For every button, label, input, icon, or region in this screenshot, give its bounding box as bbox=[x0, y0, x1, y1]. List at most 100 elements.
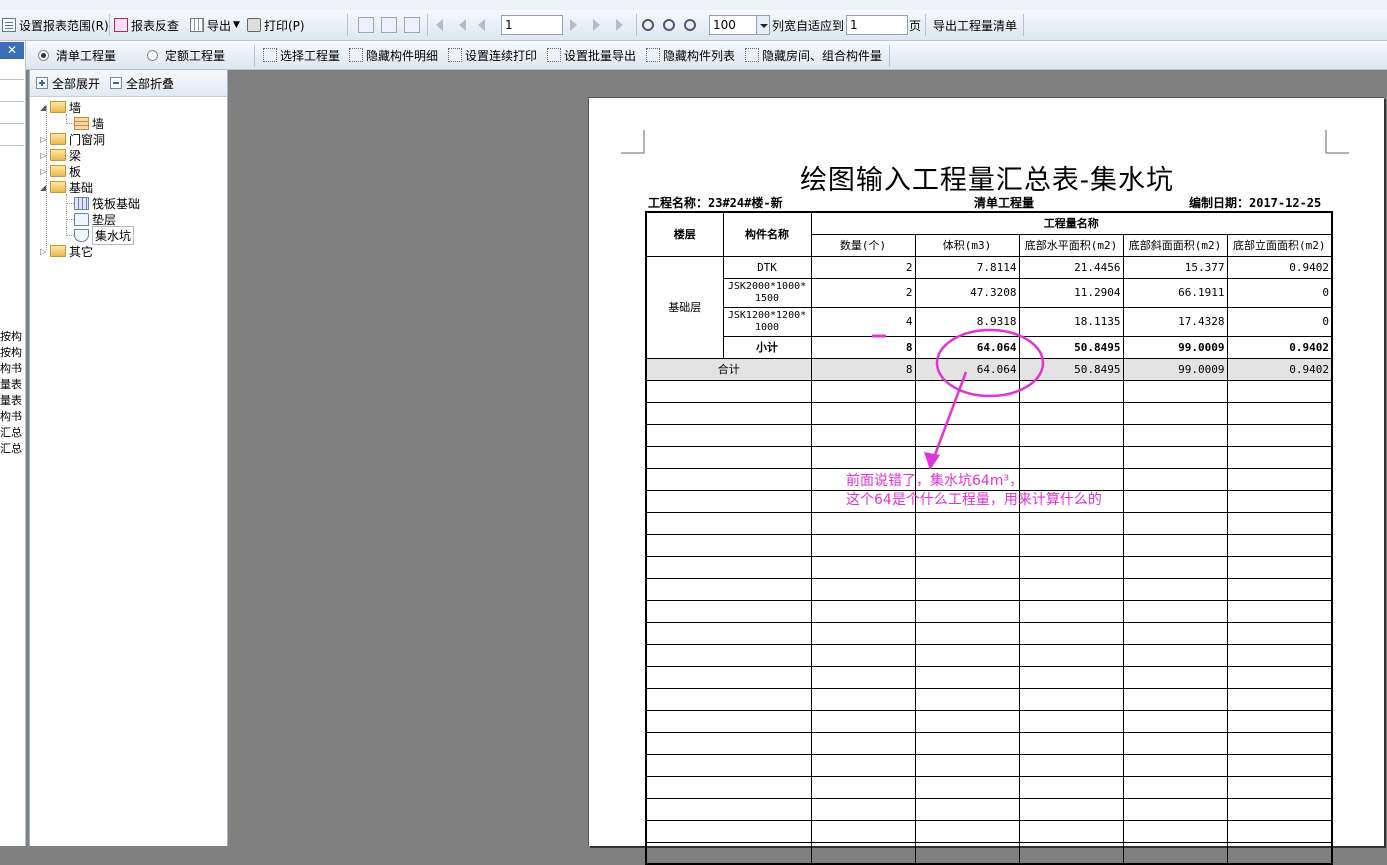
hide-list-button[interactable]: 隐藏构件列表 bbox=[646, 41, 735, 69]
folder-open-icon bbox=[50, 101, 66, 113]
collapsed-triangle-icon: ▷ bbox=[40, 246, 47, 256]
export-quantity-list-button[interactable]: 导出工程量清单 bbox=[933, 10, 1017, 40]
zoom-in-icon[interactable] bbox=[642, 19, 654, 31]
tree-node-slab[interactable]: ▷ 板 bbox=[40, 163, 81, 179]
select-quantity-button[interactable]: 选择工程量 bbox=[263, 41, 340, 69]
set-range-button[interactable]: 设置报表范围(R) bbox=[2, 10, 109, 40]
value-cell: 8 bbox=[810, 335, 916, 359]
reverse-lookup-button[interactable]: 报表反查 bbox=[114, 10, 179, 40]
value-cell: 0.9402 bbox=[1226, 357, 1333, 381]
nav-next-last bbox=[570, 10, 629, 40]
empty-row bbox=[645, 511, 1333, 535]
component-cell: DTK bbox=[722, 255, 812, 279]
tree-node-other[interactable]: ▷ 其它 bbox=[40, 243, 93, 259]
strip-item[interactable]: 构书 bbox=[0, 409, 22, 425]
last-page-icon[interactable] bbox=[616, 19, 623, 31]
strip-item[interactable]: 构书 bbox=[0, 361, 22, 377]
component-cell: JSK2000*1000*1500 bbox=[722, 277, 812, 308]
strip-item[interactable]: 汇总 bbox=[0, 441, 22, 457]
page-input[interactable]: 1 bbox=[501, 15, 563, 35]
empty-row bbox=[645, 401, 1333, 425]
value-cell: 4 bbox=[810, 306, 916, 337]
export-button[interactable]: 导出 ▼ bbox=[190, 10, 240, 40]
tree-node-beam[interactable]: ▷ 梁 bbox=[40, 147, 81, 163]
zoom-out-icon[interactable] bbox=[663, 19, 675, 31]
value-cell: 8 bbox=[810, 357, 916, 381]
header-quantity-group: 工程量名称 bbox=[810, 211, 1333, 235]
batch-export-button[interactable]: 设置批量导出 bbox=[547, 41, 636, 69]
value-cell: 8.9318 bbox=[914, 306, 1020, 337]
strip-item[interactable]: 量表 bbox=[0, 377, 22, 393]
tree-node-wall[interactable]: ◢ 墙 bbox=[40, 99, 81, 115]
subtotal-row: 小计 8 64.064 50.8495 99.0009 0.9402 bbox=[646, 335, 1333, 359]
empty-rows bbox=[645, 379, 1333, 865]
table-row: JSK2000*1000*1500 2 47.3208 11.2904 66.1… bbox=[646, 277, 1333, 308]
folder-icon bbox=[50, 165, 66, 177]
empty-row bbox=[645, 423, 1333, 447]
strip-item[interactable]: 按构 bbox=[0, 345, 22, 361]
report-date: 编制日期：2017-12-25 bbox=[1189, 196, 1322, 210]
header-col: 体积(m3) bbox=[914, 233, 1020, 257]
zoom-icon[interactable] bbox=[684, 19, 696, 31]
zoom-buttons bbox=[642, 10, 699, 40]
tree-node-door[interactable]: ▷ 门窗洞 bbox=[40, 131, 105, 147]
header-col: 底部立面面积(m2) bbox=[1226, 233, 1333, 257]
next-fast-icon[interactable] bbox=[593, 19, 600, 31]
hide-detail-button[interactable]: 隐藏构件明细 bbox=[349, 41, 438, 69]
collapse-all-icon bbox=[110, 77, 123, 89]
range-icon bbox=[2, 18, 16, 32]
close-icon[interactable]: ✕ bbox=[0, 42, 24, 59]
prev-fast-icon[interactable] bbox=[459, 19, 466, 31]
folder-icon bbox=[50, 149, 66, 161]
folder-icon bbox=[50, 245, 66, 257]
total-row: 合计 8 64.064 50.8495 99.0009 0.9402 bbox=[645, 357, 1333, 381]
print-settings-icon bbox=[448, 48, 462, 62]
radio-list-quantity[interactable]: 清单工程量 bbox=[38, 41, 116, 69]
collapse-all-button[interactable]: 全部折叠 bbox=[126, 75, 174, 92]
empty-row bbox=[645, 621, 1333, 645]
tree-node-sump[interactable]: 集水坑 bbox=[74, 225, 135, 245]
tree-node-wall-child[interactable]: 墙 bbox=[74, 115, 104, 131]
strip-item[interactable]: 汇总 bbox=[0, 425, 22, 441]
value-cell: 0.9402 bbox=[1226, 335, 1333, 359]
single-page-icon[interactable] bbox=[358, 17, 374, 33]
empty-row bbox=[645, 797, 1333, 821]
value-cell: 64.064 bbox=[914, 357, 1020, 381]
empty-row bbox=[645, 687, 1333, 711]
print-button[interactable]: 打印(P) bbox=[247, 10, 305, 40]
table-row: 基础层 DTK 2 7.8114 21.4456 15.377 0.9402 bbox=[645, 255, 1333, 359]
hide-room-button[interactable]: 隐藏房间、组合构件量 bbox=[745, 41, 882, 69]
sump-pit-icon bbox=[74, 228, 89, 242]
expand-all-button[interactable]: 全部展开 bbox=[52, 75, 100, 92]
strip-item[interactable]: 量表 bbox=[0, 393, 22, 409]
component-tree-panel: 全部展开 全部折叠 ◢ 墙 墙 ▷ 门窗洞 ▷ 梁 ▷ 板 ◢ 基础 筏板基础 垫层 集水… bbox=[29, 70, 228, 846]
continuous-print-button[interactable]: 设置连续打印 bbox=[448, 41, 537, 69]
annotation-note-line2: 这个64是个什么工程量，用来计算什么的 bbox=[846, 492, 1102, 508]
empty-row bbox=[645, 753, 1333, 777]
menu-bar bbox=[0, 0, 1387, 10]
total-label: 合计 bbox=[645, 357, 812, 381]
double-page-icon[interactable] bbox=[381, 17, 397, 33]
zoom-dropdown-icon[interactable] bbox=[757, 15, 770, 35]
cushion-icon bbox=[74, 212, 89, 226]
value-cell: 99.0009 bbox=[1122, 335, 1228, 359]
zoom-select[interactable]: 100 bbox=[709, 15, 757, 35]
next-page-icon[interactable] bbox=[570, 19, 577, 31]
hide-room-icon bbox=[745, 48, 759, 62]
component-cell: JSK1200*1200*1000 bbox=[722, 306, 812, 337]
first-page-icon[interactable] bbox=[436, 19, 443, 31]
prev-page-icon[interactable] bbox=[478, 19, 485, 31]
tree-node-foundation[interactable]: ◢ 基础 bbox=[40, 179, 93, 195]
strip-item[interactable]: 按构 bbox=[0, 329, 22, 345]
left-panel-strip: 按构 按构 构书 量表 量表 构书 汇总 汇总 bbox=[0, 41, 26, 846]
fit-pages-input[interactable]: 1 bbox=[846, 15, 908, 35]
empty-row bbox=[645, 599, 1333, 623]
report-title: 绘图输入工程量汇总表-集水坑 bbox=[799, 165, 1175, 196]
tree-node-raft[interactable]: 筏板基础 bbox=[74, 195, 140, 211]
crop-mark bbox=[1325, 130, 1349, 154]
radio-checked-icon bbox=[38, 49, 49, 61]
table-row: JSK1200*1200*1000 4 8.9318 18.1135 17.43… bbox=[646, 306, 1333, 337]
empty-row bbox=[645, 643, 1333, 667]
multi-page-icon[interactable] bbox=[404, 17, 420, 33]
radio-quota-quantity[interactable]: 定额工程量 bbox=[147, 41, 225, 69]
